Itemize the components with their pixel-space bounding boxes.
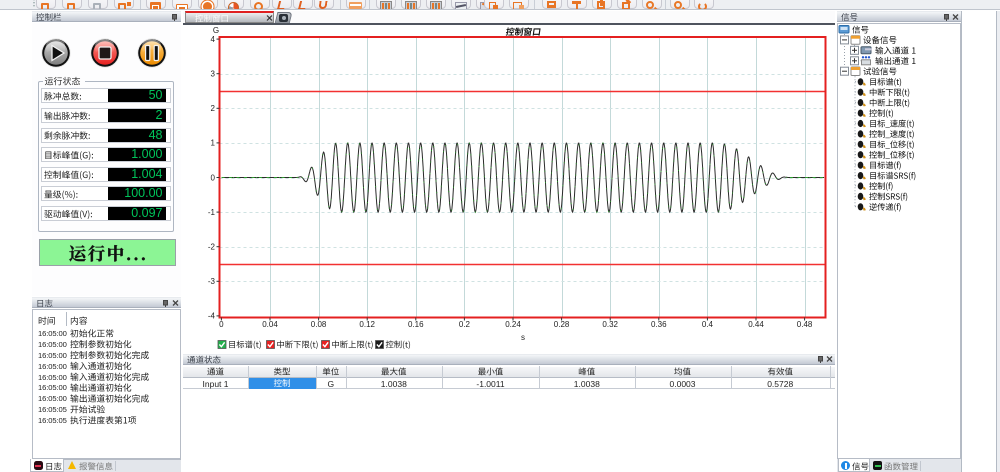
svg-text:0.36: 0.36 [651, 320, 667, 329]
svg-text:0.32: 0.32 [602, 320, 618, 329]
svg-text:0.16: 0.16 [408, 320, 424, 329]
svg-text:-4: -4 [208, 312, 216, 321]
svg-text:-3: -3 [208, 277, 216, 286]
svg-text:2: 2 [211, 104, 216, 113]
svg-text:-2: -2 [208, 243, 216, 252]
svg-text:0: 0 [211, 173, 216, 182]
svg-text:0.2: 0.2 [459, 320, 471, 329]
svg-text:0.48: 0.48 [797, 320, 813, 329]
svg-text:0.08: 0.08 [311, 320, 327, 329]
svg-text:1: 1 [211, 139, 216, 148]
svg-text:0.28: 0.28 [554, 320, 570, 329]
svg-text:0.12: 0.12 [359, 320, 375, 329]
svg-text:0.04: 0.04 [262, 320, 278, 329]
svg-text:0.24: 0.24 [505, 320, 521, 329]
svg-text:0.44: 0.44 [748, 320, 764, 329]
svg-text:G: G [213, 26, 219, 35]
svg-text:-1: -1 [208, 208, 216, 217]
svg-text:0: 0 [219, 320, 224, 329]
svg-text:4: 4 [211, 35, 216, 44]
svg-text:3: 3 [211, 70, 216, 79]
svg-text:0.4: 0.4 [702, 320, 714, 329]
svg-text:s: s [521, 333, 525, 342]
